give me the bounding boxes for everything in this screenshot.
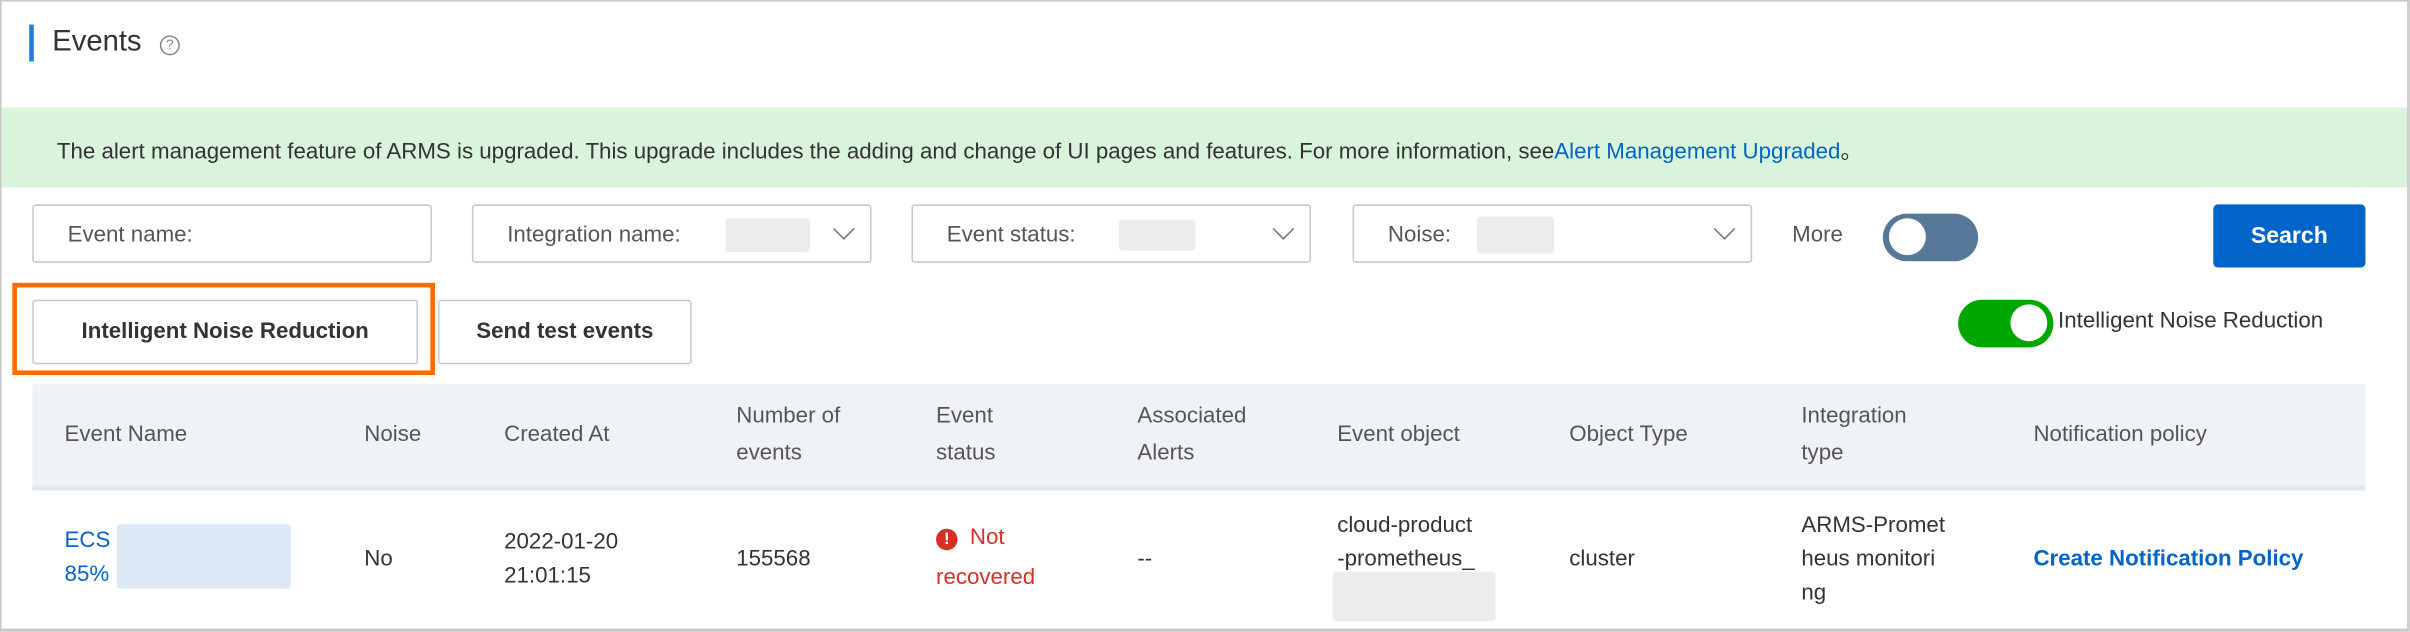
noise-select[interactable]: Noise: — [1352, 204, 1753, 263]
event-name-link[interactable]: ECS 85% — [65, 524, 111, 592]
redacted-event-object — [1332, 571, 1496, 621]
redacted-value — [1477, 216, 1554, 254]
event-name-input[interactable]: Event name: — [32, 204, 432, 263]
noise-cell: No — [364, 547, 393, 572]
redacted-event-name — [116, 524, 291, 589]
event-status-cell: ! Not recovered — [936, 525, 1036, 591]
noise-reduction-toggle-label: Intelligent Noise Reduction — [2058, 308, 2324, 334]
question-circle-icon[interactable]: ? — [159, 35, 180, 56]
event-status-label: Event status: — [946, 222, 1076, 248]
table-row: ECS 85% No 2022-01-20 21:01:15 155568 ! Not… — [32, 490, 2365, 625]
column-header: Notification policy — [2033, 422, 2207, 448]
more-toggle[interactable] — [1882, 213, 1979, 262]
column-header: Associated Alerts — [1137, 404, 1247, 466]
chevron-down-icon — [1272, 218, 1295, 240]
event-object-cell: cloud-product -prometheus_ — [1337, 513, 1475, 572]
noise-reduction-toggle[interactable] — [1958, 299, 2054, 348]
created-at-cell: 2022-01-20 21:01:15 — [504, 530, 619, 589]
column-header: Noise — [364, 422, 422, 448]
more-label: More — [1792, 222, 1843, 248]
noise-label: Noise: — [1387, 222, 1452, 248]
column-header: Number of events — [736, 404, 841, 466]
search-button[interactable]: Search — [2213, 204, 2366, 268]
table-header: Event Name Noise Created At Number of ev… — [32, 384, 2366, 491]
banner-suffix: 。 — [1840, 139, 1863, 165]
banner-message: The alert management feature of ARMS is … — [56, 139, 1555, 165]
number-of-events-cell: 155568 — [736, 547, 811, 572]
column-header: Event Name — [64, 422, 188, 448]
column-header: Integration type — [1801, 404, 1907, 466]
event-status-select[interactable]: Event status: — [911, 204, 1312, 263]
integration-name-select[interactable]: Integration name: — [471, 204, 872, 263]
object-type-cell: cluster — [1569, 547, 1635, 572]
intelligent-noise-reduction-button[interactable]: Intelligent Noise Reduction — [32, 299, 419, 365]
banner-text: The alert management feature of ARMS is … — [57, 134, 1863, 166]
send-test-events-button[interactable]: Send test events — [438, 299, 692, 365]
redacted-value — [725, 218, 810, 253]
integration-name-label: Integration name: — [507, 222, 681, 248]
toggle-knob — [2010, 304, 2048, 342]
title-accent-bar — [29, 24, 34, 62]
page-title: Events — [52, 26, 142, 59]
redacted-value — [1118, 219, 1196, 251]
error-icon: ! — [936, 528, 958, 551]
event-name-label: Event name: — [67, 222, 193, 248]
column-header: Event object — [1337, 422, 1460, 448]
toggle-knob — [1888, 218, 1926, 256]
create-notification-policy-link[interactable]: Create Notification Policy — [2033, 543, 2303, 577]
associated-alerts-cell: -- — [1137, 547, 1153, 572]
integration-type-cell: ARMS-Promet heus monitori ng — [1801, 513, 1946, 606]
chevron-down-icon — [1713, 218, 1736, 240]
column-header: Created At — [504, 422, 610, 448]
banner-link[interactable]: Alert Management Upgraded — [1554, 140, 1840, 165]
column-header: Event status — [936, 404, 996, 466]
chevron-down-icon — [832, 218, 855, 240]
column-header: Object Type — [1569, 422, 1688, 448]
